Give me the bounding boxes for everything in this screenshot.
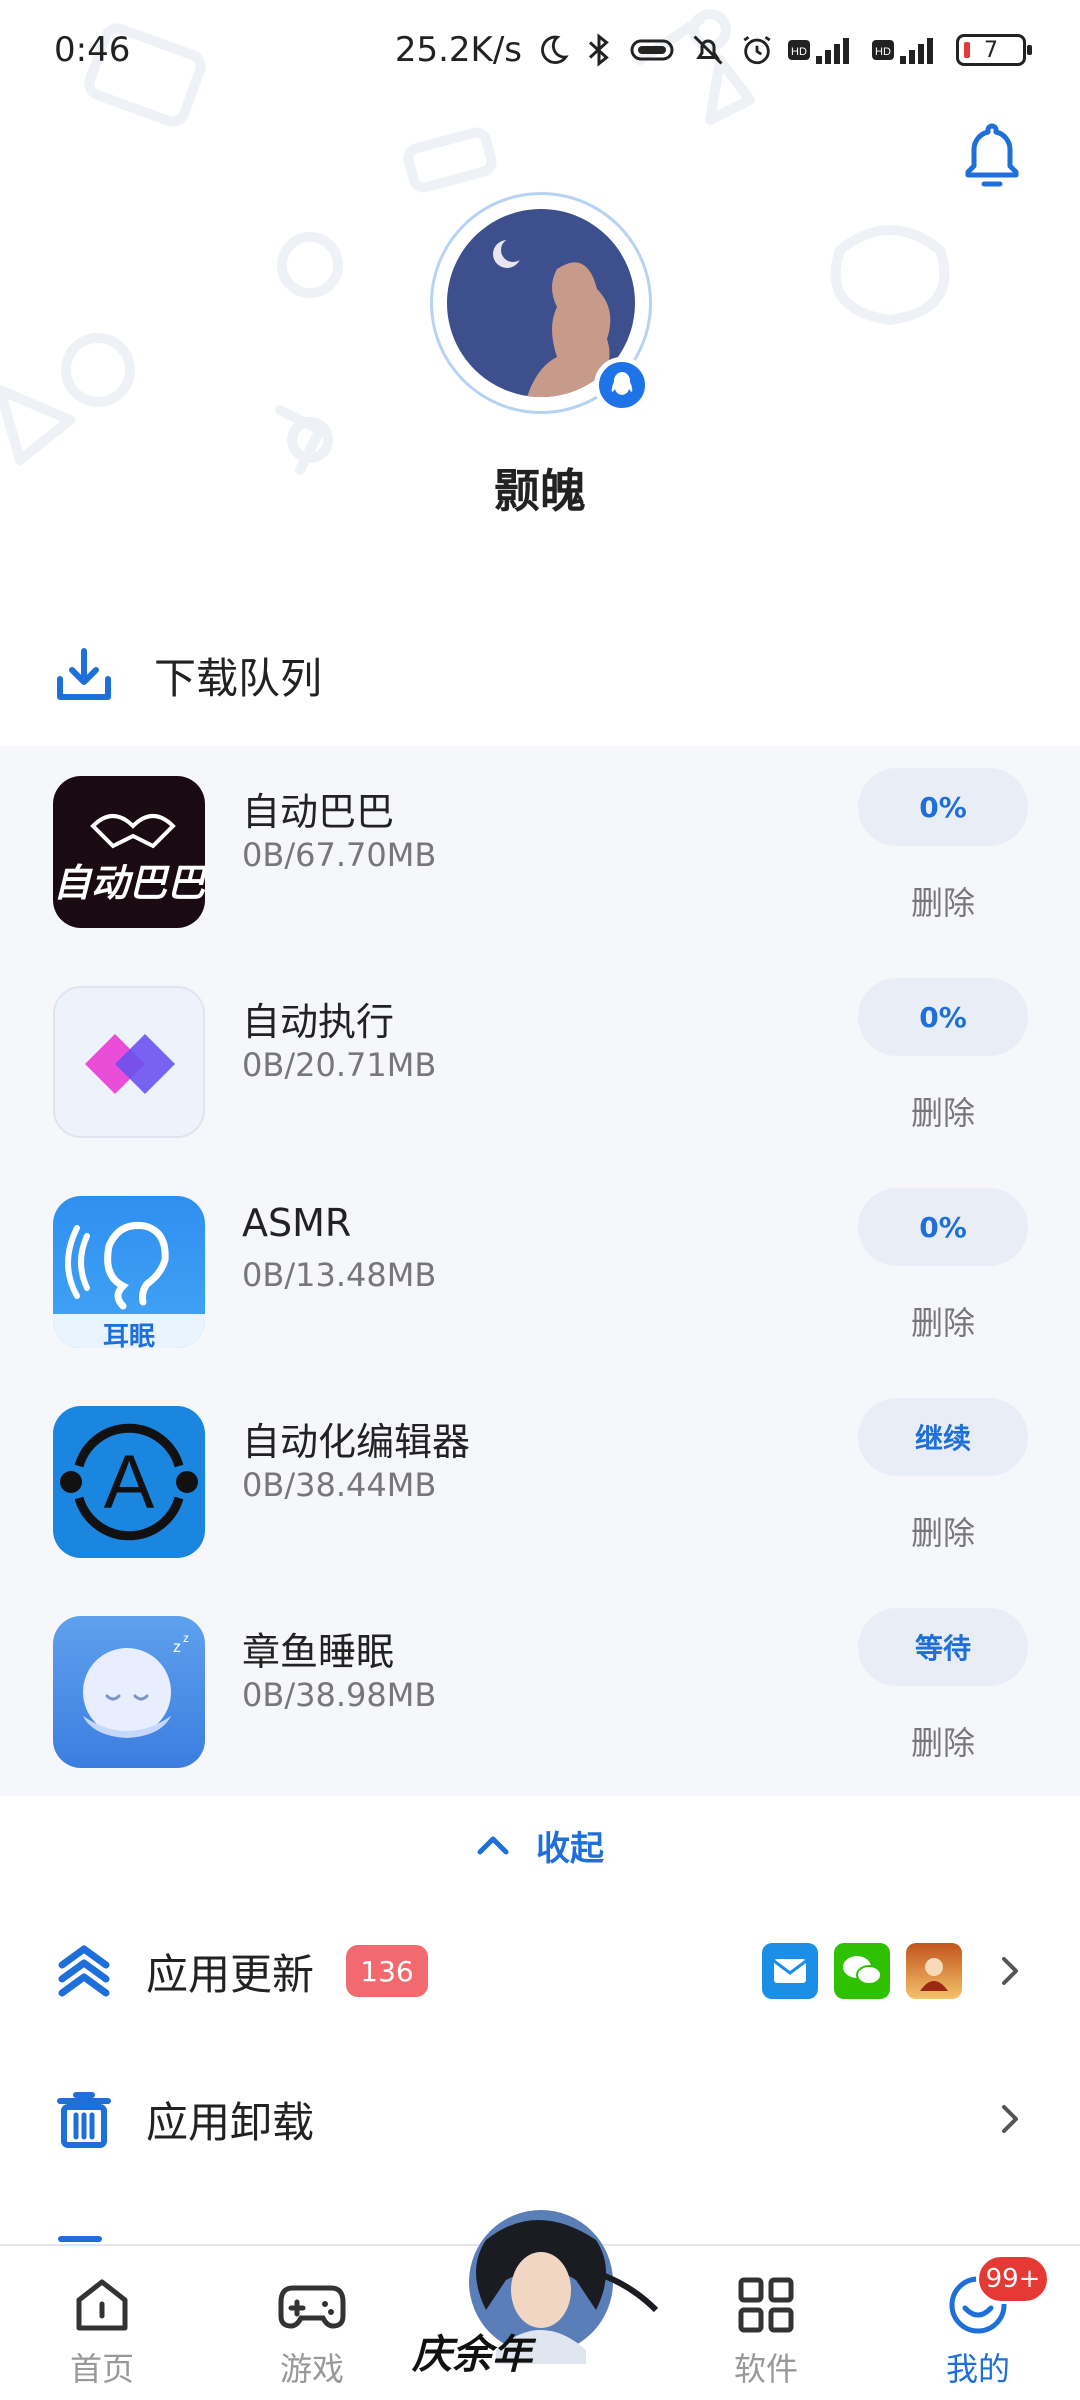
download-item-name: 章鱼睡眠 xyxy=(242,1630,395,1674)
zidong-baba-logo-icon[interactable]: 自动巴巴 xyxy=(53,776,205,928)
download-item-name: ASMR xyxy=(242,1201,352,1245)
gamepad-icon xyxy=(278,2285,346,2329)
svg-text:A: A xyxy=(104,1440,155,1525)
svg-text:自动巴巴: 自动巴巴 xyxy=(53,861,205,905)
nav-home-label: 首页 xyxy=(69,2350,134,2388)
notification-bell-icon[interactable] xyxy=(960,120,1024,190)
download-item: 自动巴巴 自动巴巴 0B/67.70MB 0% 删除 xyxy=(0,746,1080,956)
svg-text:z: z xyxy=(173,1639,181,1656)
automation-editor-logo-icon[interactable]: A xyxy=(53,1406,205,1558)
app-updates-label: 应用更新 xyxy=(146,1949,315,1999)
promo-game-title: 庆余年 xyxy=(412,2331,532,2378)
waiting-button[interactable]: 等待 xyxy=(858,1608,1028,1686)
layers-up-icon xyxy=(58,1945,110,1997)
download-progress-button[interactable]: 0% xyxy=(858,1188,1028,1266)
collapse-label: 收起 xyxy=(536,1828,604,1869)
download-item: z z 章鱼睡眠 0B/38.98MB 等待 删除 xyxy=(0,1586,1080,1796)
apps-grid-icon xyxy=(738,2277,794,2333)
bluetooth-icon xyxy=(584,32,614,68)
mine-notification-badge: 99+ xyxy=(976,2254,1050,2304)
nav-software[interactable]: 软件 xyxy=(696,2274,836,2390)
trash-icon xyxy=(57,2092,111,2148)
next-row-icon-partial xyxy=(58,2236,102,2242)
signal-1-icon: HD xyxy=(788,32,858,68)
app-uninstall-label: 应用卸载 xyxy=(146,2097,315,2147)
download-progress-button[interactable]: 0% xyxy=(858,768,1028,846)
delete-button[interactable]: 删除 xyxy=(858,878,1028,924)
download-item-name: 自动化编辑器 xyxy=(242,1420,471,1464)
mute-icon xyxy=(690,32,726,68)
download-item: 自动执行 0B/20.71MB 0% 删除 xyxy=(0,956,1080,1166)
qq-login-badge-icon xyxy=(594,357,650,413)
update-app-icons xyxy=(762,1943,962,1999)
chevron-right-icon xyxy=(1002,2105,1018,2133)
signal-2-icon: HD xyxy=(872,32,942,68)
moon-icon xyxy=(536,33,570,67)
ear-sleep-logo-text: 耳眠 xyxy=(102,1322,155,1348)
download-item-size: 0B/13.48MB xyxy=(242,1256,437,1294)
collapse-button[interactable]: 收起 xyxy=(0,1800,1080,1890)
status-bar: 0:46 25.2K/s HD HD 7 xyxy=(0,0,1080,100)
download-item-size: 0B/38.44MB xyxy=(242,1466,437,1504)
download-item-size: 0B/20.71MB xyxy=(242,1046,437,1084)
app-uninstall-row[interactable]: 应用卸载 xyxy=(0,2054,1080,2184)
svg-text:HD: HD xyxy=(791,46,807,58)
alarm-icon xyxy=(740,33,774,67)
delete-button[interactable]: 删除 xyxy=(858,1718,1028,1764)
chevron-up-icon xyxy=(477,1836,509,1855)
home-icon xyxy=(76,2279,128,2331)
download-item-name: 自动巴巴 xyxy=(242,790,395,834)
download-item: 耳眠 ASMR 0B/13.48MB 0% 删除 xyxy=(0,1166,1080,1376)
download-queue-list: 自动巴巴 自动巴巴 0B/67.70MB 0% 删除 自动执行 0B/20.71… xyxy=(0,746,1080,1796)
ear-sleep-logo-icon[interactable]: 耳眠 xyxy=(53,1196,205,1348)
nav-software-label: 软件 xyxy=(733,2350,798,2388)
download-item-size: 0B/38.98MB xyxy=(242,1676,437,1714)
mail-app-icon xyxy=(762,1943,818,1999)
download-item: A 自动化编辑器 0B/38.44MB 继续 删除 xyxy=(0,1376,1080,1586)
wechat-app-icon xyxy=(834,1943,890,1999)
download-item-size: 0B/67.70MB xyxy=(242,836,437,874)
nav-games-label: 游戏 xyxy=(279,2350,344,2388)
download-progress-button[interactable]: 0% xyxy=(858,978,1028,1056)
zidong-zhixing-logo-icon[interactable] xyxy=(53,986,205,1138)
delete-button[interactable]: 删除 xyxy=(858,1508,1028,1554)
svg-text:HD: HD xyxy=(875,46,891,58)
network-speed: 25.2K/s xyxy=(394,30,522,70)
download-item-name: 自动执行 xyxy=(242,1000,395,1044)
promo-game-banner[interactable]: 庆余年 xyxy=(412,2200,676,2400)
svg-text:z: z xyxy=(183,1631,189,1645)
status-time: 0:46 xyxy=(54,30,131,70)
delete-button[interactable]: 删除 xyxy=(858,1088,1028,1134)
download-icon xyxy=(57,648,111,700)
vibrate-icon xyxy=(628,35,676,65)
app-updates-row[interactable]: 应用更新 136 xyxy=(0,1906,1080,2036)
nav-home[interactable]: 首页 xyxy=(32,2274,172,2390)
updates-count-badge: 136 xyxy=(346,1945,428,1997)
battery-indicator: 7 xyxy=(956,34,1032,66)
continue-button[interactable]: 继续 xyxy=(858,1398,1028,1476)
nav-games[interactable]: 游戏 xyxy=(242,2274,382,2390)
delete-button[interactable]: 删除 xyxy=(858,1298,1028,1344)
game-app-icon xyxy=(906,1943,962,1999)
nav-mine-label: 我的 xyxy=(945,2350,1010,2388)
octopus-sleep-logo-icon[interactable]: z z xyxy=(53,1616,205,1768)
chevron-right-icon xyxy=(1002,1957,1018,1985)
download-queue-header: 下载队列 xyxy=(54,640,322,710)
username: 颢魄 xyxy=(494,464,586,518)
download-queue-title: 下载队列 xyxy=(154,653,323,703)
